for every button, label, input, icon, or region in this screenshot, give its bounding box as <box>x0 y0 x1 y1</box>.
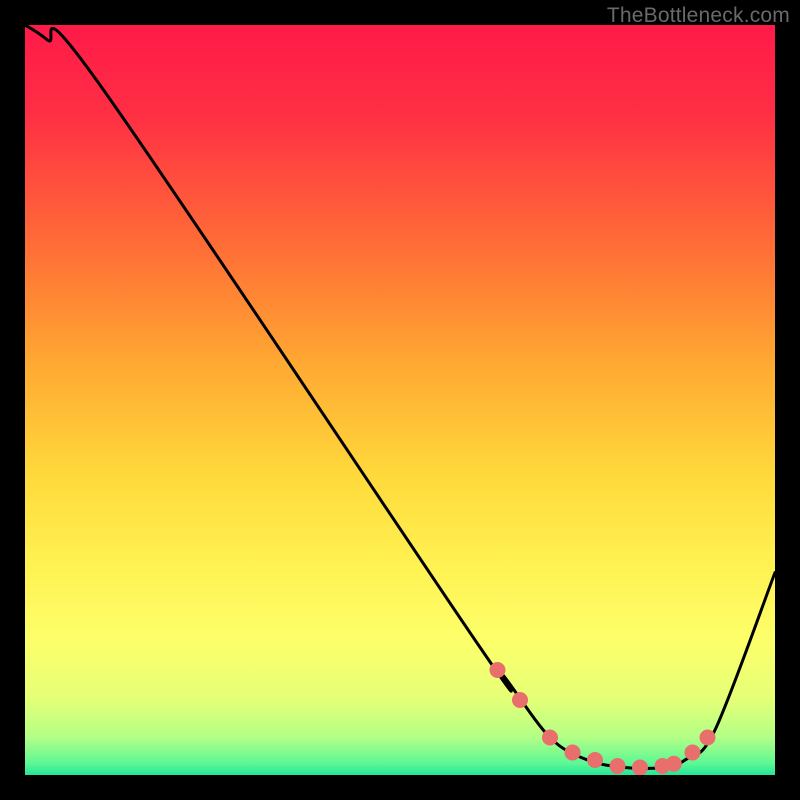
highlight-dot <box>565 745 581 761</box>
highlight-dot <box>587 752 603 768</box>
highlight-dot <box>632 760 648 776</box>
chart-svg <box>25 25 775 775</box>
highlight-dot <box>685 745 701 761</box>
highlight-dot <box>542 730 558 746</box>
plot-area <box>25 25 775 775</box>
highlight-dot <box>610 758 626 774</box>
highlight-dot <box>700 730 716 746</box>
chart-stage: TheBottleneck.com <box>0 0 800 800</box>
highlight-dot <box>490 662 506 678</box>
highlight-dot <box>666 756 682 772</box>
highlight-dot <box>512 692 528 708</box>
